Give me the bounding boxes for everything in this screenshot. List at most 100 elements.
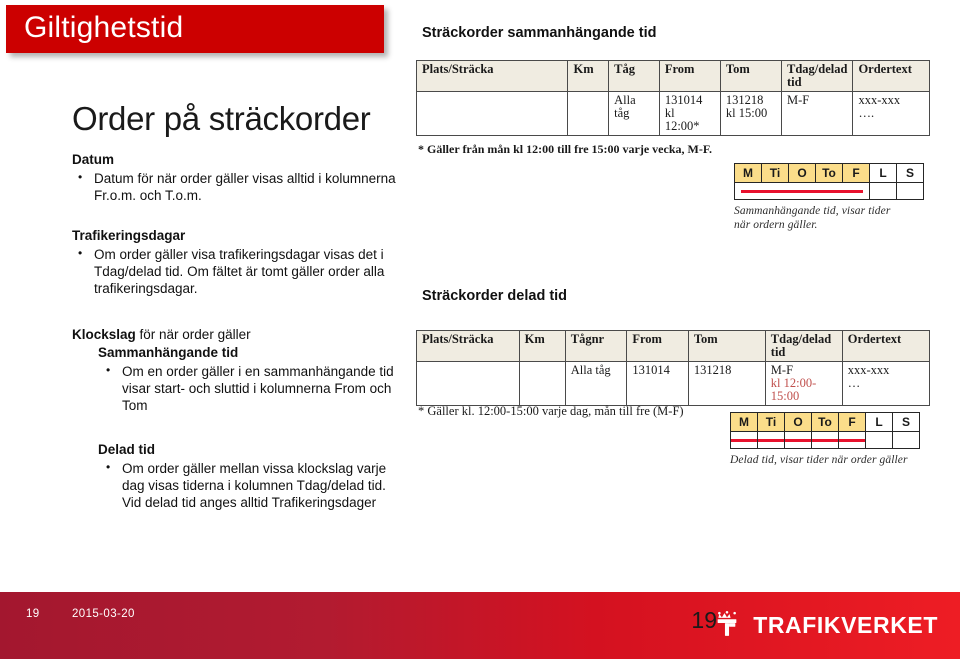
cell-plats <box>415 91 569 136</box>
day-cell-to[interactable]: To <box>811 412 839 432</box>
table-header-row: Plats/Sträcka Km Tågnr From Tom Tdag/del… <box>416 330 931 362</box>
col-plats: Plats/Sträcka <box>415 60 569 92</box>
segment-marker <box>731 438 757 442</box>
table-row: Alla tåg 131014 131218 M-F kl 12:00- 15:… <box>416 361 931 406</box>
cell-tom: 131218 <box>687 361 766 406</box>
col-from: From <box>626 330 689 362</box>
weekday-mark-row <box>730 431 920 449</box>
day-cell-ti[interactable]: Ti <box>761 163 789 183</box>
weekday-caption-1: Sammanhängande tid, visar tider när orde… <box>734 204 924 232</box>
segment-marker <box>785 438 811 442</box>
weekday-table: M Ti O To F L S <box>730 412 920 449</box>
cell-tom-line2: kl 15:00 <box>725 106 768 120</box>
day-cell-m[interactable]: M <box>730 412 758 432</box>
cell-ordertext-line2: … <box>847 376 861 390</box>
sammanhangande-heading: Sammanhängande tid <box>98 345 239 360</box>
table2-footnote: * Gäller kl. 12:00-15:00 varje dag, mån … <box>418 404 684 418</box>
mark-s <box>892 431 920 449</box>
cell-tdag: M-F kl 12:00- 15:00 <box>764 361 843 406</box>
footer-bar: 19 2015-03-20 19 TRAFIKVERKET <box>0 592 960 659</box>
day-cell-s[interactable]: S <box>892 412 920 432</box>
continuous-line-marker <box>741 190 863 193</box>
day-cell-l[interactable]: L <box>869 163 897 183</box>
cell-from-line3: 12:00* <box>664 119 700 133</box>
klockslag-heading-rest: för när order gäller <box>135 327 251 342</box>
col-tom: Tom <box>719 60 783 92</box>
trafikverket-logo: TRAFIKVERKET <box>710 608 938 642</box>
mark-m <box>730 431 758 449</box>
day-cell-l[interactable]: L <box>865 412 893 432</box>
day-cell-m[interactable]: M <box>734 163 762 183</box>
cell-tag: Alla tåg <box>608 91 660 136</box>
col-tdag: Tdag/delad tid <box>780 60 854 92</box>
table-header-row: Plats/Sträcka Km Tåg From Tom Tdag/delad… <box>415 60 930 92</box>
day-cell-o[interactable]: O <box>788 163 816 183</box>
cell-tagnr: Alla tåg <box>564 361 628 406</box>
cell-tdag: M-F <box>780 91 854 136</box>
weekday-grid-delad: M Ti O To F L S Delad tid, visar tider n… <box>730 412 920 467</box>
list-item: Om order gäller mellan vissa klockslag v… <box>98 459 402 511</box>
cell-ordertext-line2: …. <box>858 106 875 120</box>
mark-l <box>869 182 897 200</box>
table-sammanhangande-tid: Plats/Sträcka Km Tåg From Tom Tdag/delad… <box>415 60 930 136</box>
weekday-caption-line1: Delad tid, visar tider när order gäller <box>730 454 908 466</box>
list-item: Om en order gäller i en sammanhängande t… <box>98 362 402 414</box>
cell-plats <box>416 361 520 406</box>
delad-tid-heading: Delad tid <box>98 442 156 457</box>
weekday-label-row: M Ti O To F L S <box>730 412 920 432</box>
table: Plats/Sträcka Km Tågnr From Tom Tdag/del… <box>416 330 931 406</box>
cell-tom: 131218 kl 15:00 <box>719 91 783 136</box>
klockslag-heading-strong: Klockslag <box>72 327 136 342</box>
section-delad-tid: Delad tid Om order gäller mellan vissa k… <box>72 442 402 511</box>
cell-from: 131014 <box>626 361 689 406</box>
trafikeringsdagar-bullet-list: Om order gäller visa trafikeringsdagar v… <box>72 245 402 297</box>
footer-meta: 19 2015-03-20 <box>26 608 135 620</box>
title-bar: Giltighetstid <box>6 5 384 53</box>
weekday-mark-row <box>734 182 924 200</box>
cell-ordertext: xxx-xxx … <box>841 361 931 406</box>
day-cell-to[interactable]: To <box>815 163 843 183</box>
segment-marker <box>839 438 865 442</box>
cell-tdag-line3: 15:00 <box>770 389 800 403</box>
trafikeringsdagar-heading: Trafikeringsdagar <box>72 228 186 243</box>
section-datum: Datum Datum för när order gäller visas a… <box>72 152 402 204</box>
list-item: Om order gäller visa trafikeringsdagar v… <box>72 245 402 297</box>
weekday-caption-2: Delad tid, visar tider när order gäller <box>730 453 920 467</box>
mark-s <box>896 182 924 200</box>
col-km: Km <box>518 330 566 362</box>
weekday-label-row: M Ti O To F L S <box>734 163 924 183</box>
col-km: Km <box>567 60 610 92</box>
mark-o <box>784 431 812 449</box>
section-trafikeringsdagar: Trafikeringsdagar Om order gäller visa t… <box>72 228 402 297</box>
mark-l <box>865 431 893 449</box>
mark-ti <box>757 431 785 449</box>
table-row: Alla tåg 131014 kl 12:00* 131218 kl 15:0… <box>415 91 930 136</box>
day-cell-f[interactable]: F <box>842 163 870 183</box>
datum-bullet-list: Datum för när order gäller visas alltid … <box>72 169 402 204</box>
page-title: Giltighetstid <box>24 11 184 44</box>
weekday-grid-sammanhangande: M Ti O To F L S Sammanhängande tid, visa… <box>734 163 924 232</box>
cell-from: 131014 kl 12:00* <box>658 91 721 136</box>
day-cell-ti[interactable]: Ti <box>757 412 785 432</box>
day-cell-f[interactable]: F <box>838 412 866 432</box>
col-ordertext: Ordertext <box>841 330 931 362</box>
mark-continuous <box>734 182 870 200</box>
segment-marker <box>812 438 838 442</box>
cell-km <box>518 361 566 406</box>
main-heading: Order på sträckorder <box>72 100 371 137</box>
klockslag-heading: Klockslag för när order gäller <box>72 327 402 342</box>
delad-tid-bullet-list: Om order gäller mellan vissa klockslag v… <box>98 459 402 511</box>
mark-f <box>838 431 866 449</box>
day-cell-s[interactable]: S <box>896 163 924 183</box>
slide: Giltighetstid Order på sträckorder Datum… <box>0 0 960 659</box>
day-cell-o[interactable]: O <box>784 412 812 432</box>
col-tdag: Tdag/delad tid <box>764 330 843 362</box>
cell-ordertext: xxx-xxx …. <box>852 91 930 136</box>
table-delad-tid: Plats/Sträcka Km Tågnr From Tom Tdag/del… <box>416 330 931 406</box>
list-item: Datum för när order gäller visas alltid … <box>72 169 402 204</box>
datum-heading: Datum <box>72 152 115 167</box>
mark-to <box>811 431 839 449</box>
